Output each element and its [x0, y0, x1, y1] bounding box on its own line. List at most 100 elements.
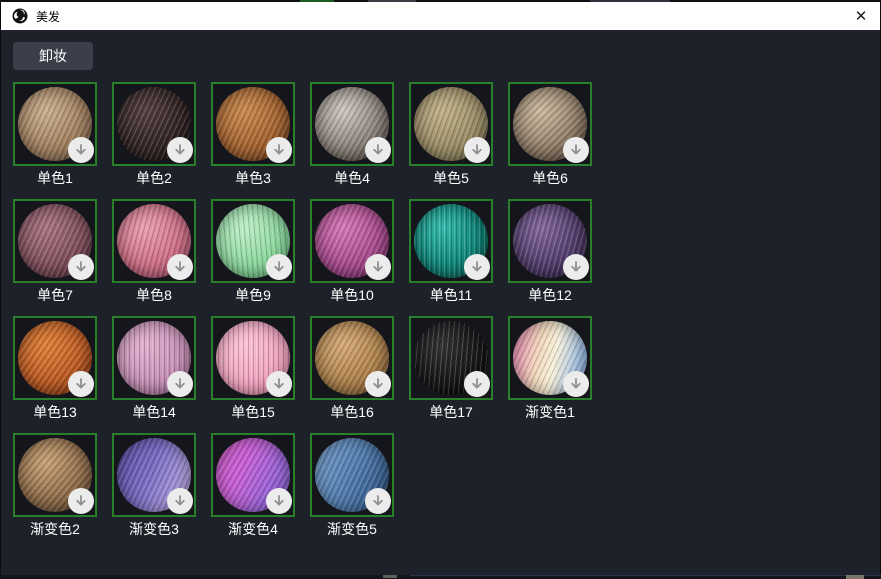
swatch-tile[interactable] [211, 433, 295, 517]
swatch-item-4: 单色4 [310, 82, 394, 186]
download-icon[interactable] [563, 371, 589, 397]
download-icon[interactable] [266, 254, 292, 280]
swatch-label: 渐变色4 [211, 521, 295, 537]
download-icon[interactable] [68, 137, 94, 163]
swatch-tile[interactable] [310, 433, 394, 517]
arrow-down-glyph [470, 377, 484, 391]
swatch-label: 单色12 [508, 287, 592, 303]
swatch-tile[interactable] [409, 316, 493, 400]
swatch-item-17: 单色17 [409, 316, 493, 420]
background-text-remnant [383, 575, 397, 578]
swatch-label: 单色2 [112, 170, 196, 186]
download-icon[interactable] [464, 371, 490, 397]
dialog-titlebar[interactable]: 美发 ✕ [1, 2, 880, 30]
arrow-down-glyph [470, 260, 484, 274]
arrow-down-glyph [272, 494, 286, 508]
swatch-tile[interactable] [409, 199, 493, 283]
swatch-tile[interactable] [211, 199, 295, 283]
arrow-down-glyph [74, 143, 88, 157]
swatch-tile[interactable] [310, 316, 394, 400]
download-icon[interactable] [68, 488, 94, 514]
arrow-down-glyph [173, 260, 187, 274]
download-icon[interactable] [365, 488, 391, 514]
swatch-item-22: 渐变色5 [310, 433, 394, 537]
remove-makeup-button[interactable]: 卸妆 [13, 42, 93, 70]
swatch-label: 单色14 [112, 404, 196, 420]
swatch-label: 渐变色3 [112, 521, 196, 537]
swatch-tile[interactable] [310, 82, 394, 166]
background-scrollbar-remnant [846, 575, 864, 579]
swatch-item-12: 单色12 [508, 199, 592, 303]
swatch-tile[interactable] [409, 82, 493, 166]
dialog-body: 卸妆 单色1 单色2 [1, 30, 880, 575]
swatch-item-15: 单色15 [211, 316, 295, 420]
arrow-down-glyph [371, 494, 385, 508]
swatch-label: 单色9 [211, 287, 295, 303]
swatch-item-3: 单色3 [211, 82, 295, 186]
swatch-label: 单色16 [310, 404, 394, 420]
swatch-label: 单色3 [211, 170, 295, 186]
swatch-item-1: 单色1 [13, 82, 97, 186]
arrow-down-glyph [470, 143, 484, 157]
swatch-label: 单色5 [409, 170, 493, 186]
swatch-label: 单色17 [409, 404, 493, 420]
swatch-item-7: 单色7 [13, 199, 97, 303]
download-icon[interactable] [167, 254, 193, 280]
download-icon[interactable] [464, 137, 490, 163]
arrow-down-glyph [371, 143, 385, 157]
swatch-item-6: 单色6 [508, 82, 592, 186]
arrow-down-glyph [272, 260, 286, 274]
swatch-item-13: 单色13 [13, 316, 97, 420]
download-icon[interactable] [68, 254, 94, 280]
swatch-tile[interactable] [508, 316, 592, 400]
download-icon[interactable] [464, 254, 490, 280]
swatch-item-10: 单色10 [310, 199, 394, 303]
swatch-tile[interactable] [310, 199, 394, 283]
swatch-item-9: 单色9 [211, 199, 295, 303]
swatch-label: 单色7 [13, 287, 97, 303]
swatch-tile[interactable] [508, 82, 592, 166]
download-icon[interactable] [365, 254, 391, 280]
arrow-down-glyph [74, 494, 88, 508]
swatch-label: 渐变色5 [310, 521, 394, 537]
swatch-item-20: 渐变色3 [112, 433, 196, 537]
download-icon[interactable] [365, 371, 391, 397]
swatch-item-2: 单色2 [112, 82, 196, 186]
swatch-tile[interactable] [13, 199, 97, 283]
swatch-label: 渐变色1 [508, 404, 592, 420]
download-icon[interactable] [167, 371, 193, 397]
swatch-label: 单色6 [508, 170, 592, 186]
swatch-tile[interactable] [112, 82, 196, 166]
arrow-down-glyph [569, 377, 583, 391]
swatch-label: 渐变色2 [13, 521, 97, 537]
swatch-label: 单色4 [310, 170, 394, 186]
download-icon[interactable] [563, 254, 589, 280]
background-app-strip-bottom [0, 575, 881, 579]
download-icon[interactable] [365, 137, 391, 163]
close-icon[interactable]: ✕ [851, 6, 871, 26]
swatch-tile[interactable] [211, 316, 295, 400]
swatch-grid: 单色1 单色2 单色3 [13, 82, 592, 537]
swatch-label: 单色11 [409, 287, 493, 303]
download-icon[interactable] [68, 371, 94, 397]
download-icon[interactable] [167, 137, 193, 163]
arrow-down-glyph [74, 377, 88, 391]
swatch-item-18: 渐变色1 [508, 316, 592, 420]
swatch-tile[interactable] [112, 433, 196, 517]
swatch-tile[interactable] [211, 82, 295, 166]
swatch-tile[interactable] [112, 316, 196, 400]
swatch-tile[interactable] [13, 316, 97, 400]
swatch-tile[interactable] [13, 82, 97, 166]
swatch-item-19: 渐变色2 [13, 433, 97, 537]
download-icon[interactable] [266, 371, 292, 397]
download-icon[interactable] [563, 137, 589, 163]
download-icon[interactable] [266, 137, 292, 163]
swatch-item-11: 单色11 [409, 199, 493, 303]
swatch-label: 单色15 [211, 404, 295, 420]
download-icon[interactable] [167, 488, 193, 514]
swatch-tile[interactable] [13, 433, 97, 517]
swatch-tile[interactable] [508, 199, 592, 283]
download-icon[interactable] [266, 488, 292, 514]
swatch-tile[interactable] [112, 199, 196, 283]
arrow-down-glyph [74, 260, 88, 274]
